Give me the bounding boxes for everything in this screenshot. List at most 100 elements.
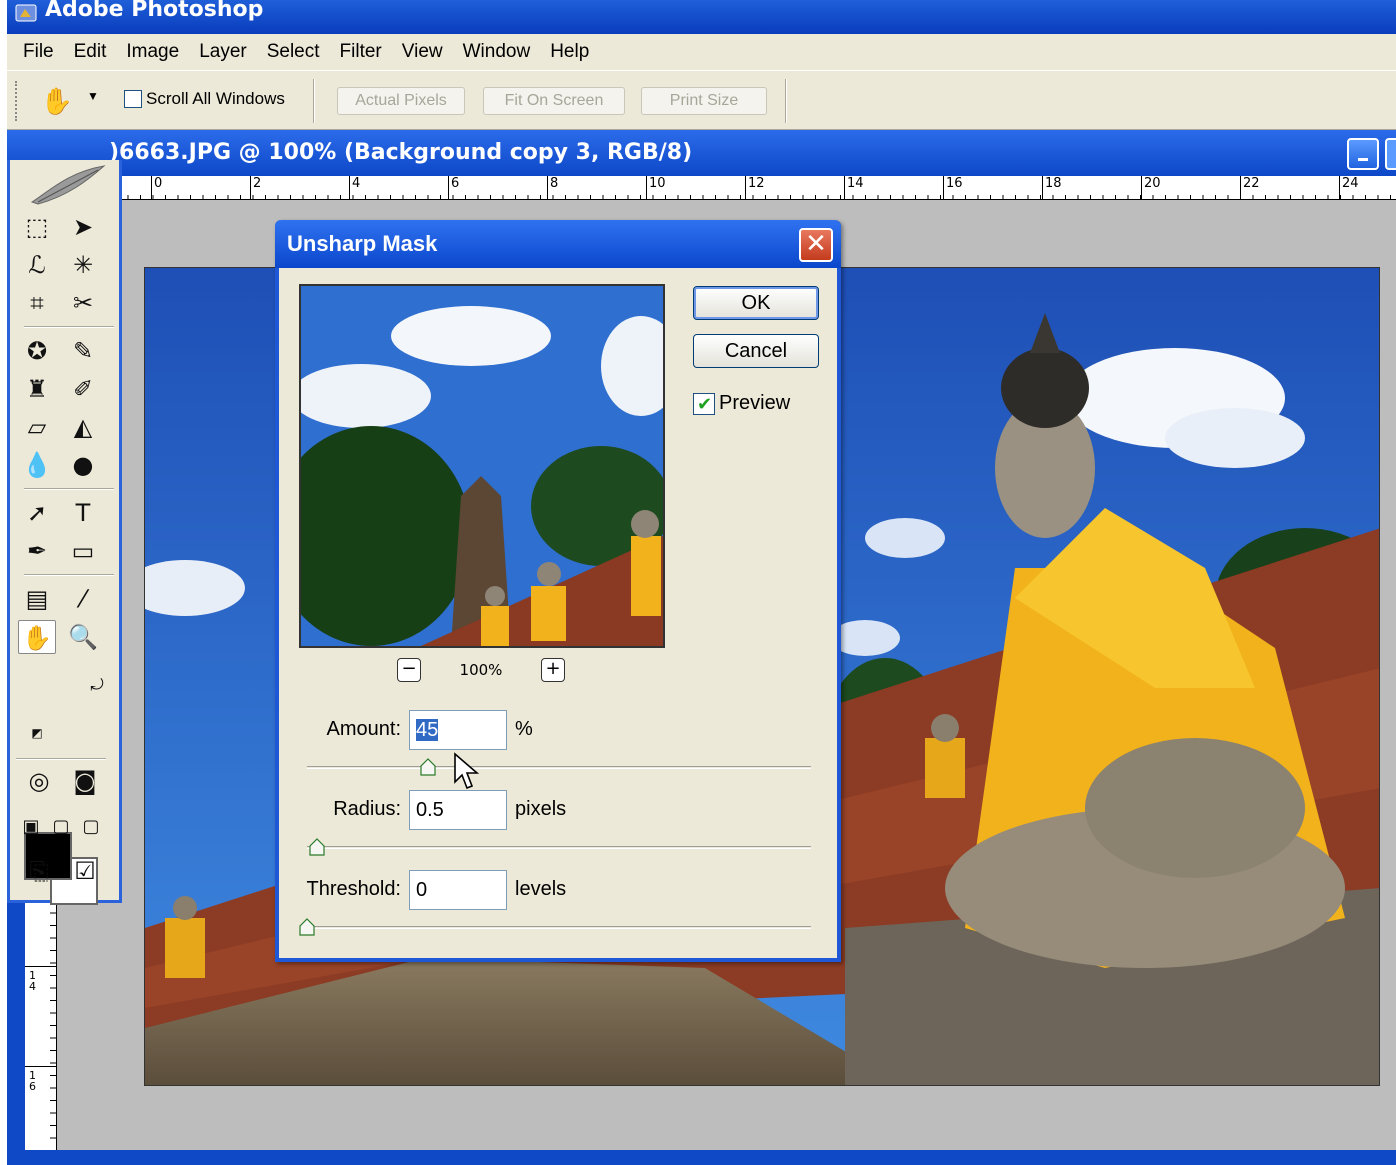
lasso-tool-icon[interactable]: ℒ <box>18 248 56 282</box>
marquee-tool-icon[interactable]: ⬚ <box>18 210 56 244</box>
brush-tool-icon[interactable]: ✎ <box>64 334 102 368</box>
vertical-ruler[interactable]: 14 16 <box>25 900 57 1165</box>
jump-to-imageready-icon[interactable]: ⎘ <box>20 854 58 888</box>
radius-row: Radius: 0.5 pixels <box>279 790 839 830</box>
options-separator <box>785 79 787 123</box>
zoom-level: 100% <box>459 661 503 679</box>
paint-bucket-tool-icon[interactable]: ◭ <box>64 410 102 444</box>
menu-layer[interactable]: Layer <box>189 41 257 63</box>
preview-label: Preview <box>719 392 791 414</box>
ruler-label: 2 <box>253 176 262 191</box>
ruler-label: 16 <box>946 176 963 191</box>
notes-tool-icon[interactable]: ▤ <box>18 582 56 616</box>
threshold-slider[interactable] <box>307 926 811 929</box>
document-title-bar[interactable]: )6663.JPG @ 100% (Background copy 3, RGB… <box>7 130 1396 176</box>
menu-filter[interactable]: Filter <box>330 41 392 63</box>
magic-wand-tool-icon[interactable]: ✳ <box>64 248 102 282</box>
zoom-out-button[interactable]: − <box>397 658 421 682</box>
move-tool-icon[interactable]: ➤ <box>64 210 102 244</box>
options-bar: ✋ ▼ Scroll All Windows Actual Pixels Fit… <box>7 70 1396 130</box>
amount-input[interactable]: 45 <box>409 710 507 750</box>
minimize-button[interactable] <box>1347 138 1379 170</box>
ruler-label: 20 <box>1144 176 1161 191</box>
history-brush-tool-icon[interactable]: ✐ <box>64 372 102 406</box>
filter-preview[interactable] <box>299 284 665 648</box>
radius-slider-thumb[interactable] <box>309 838 325 856</box>
slice-tool-icon[interactable]: ✂ <box>64 286 102 320</box>
preview-option[interactable]: ✔ Preview <box>693 392 790 415</box>
eyedropper-tool-icon[interactable]: ⁄ <box>64 582 102 616</box>
full-screen-menu-mode-icon[interactable]: ▢ <box>46 810 76 844</box>
full-screen-mode-icon[interactable]: ▢ <box>76 810 106 844</box>
actual-pixels-button[interactable]: Actual Pixels <box>337 87 465 115</box>
checkmark-tool-icon[interactable]: ☑ <box>66 854 104 888</box>
checkmark-icon: ✔ <box>697 393 713 414</box>
ruler-label: 0 <box>154 176 163 191</box>
unsharp-mask-dialog: Unsharp Mask ✕ − 100% + OK Cancel ✔ Prev… <box>275 220 841 962</box>
tools-palette: ⬚ ➤ ℒ ✳ ⌗ ✂ ✪ ✎ ♜ ✐ ▱ ◭ 💧 ● ➚ T ✒ ▭ ▤ ⁄ … <box>7 160 122 905</box>
app-title-bar: Adobe Photoshop <box>7 0 1396 34</box>
preview-checkbox[interactable]: ✔ <box>693 392 715 415</box>
ruler-label: 24 <box>1342 176 1359 191</box>
threshold-slider-thumb[interactable] <box>299 918 315 936</box>
pen-tool-icon[interactable]: ✒ <box>18 534 56 568</box>
healing-brush-tool-icon[interactable]: ✪ <box>18 334 56 368</box>
menu-edit[interactable]: Edit <box>64 41 117 63</box>
photoshop-feather-icon[interactable] <box>28 162 108 206</box>
ruler-label: 22 <box>1243 176 1260 191</box>
dialog-title-bar[interactable]: Unsharp Mask <box>275 220 841 268</box>
menu-view[interactable]: View <box>392 41 453 63</box>
tool-divider <box>24 326 114 328</box>
print-size-button[interactable]: Print Size <box>641 87 767 115</box>
amount-slider-thumb[interactable] <box>420 758 436 776</box>
crop-tool-icon[interactable]: ⌗ <box>18 286 56 320</box>
dodge-tool-icon[interactable]: ● <box>64 448 102 482</box>
eraser-tool-icon[interactable]: ▱ <box>18 410 56 444</box>
default-colors-icon[interactable]: ◩ <box>18 716 56 750</box>
maximize-button[interactable] <box>1385 138 1396 170</box>
menu-file[interactable]: File <box>13 41 64 63</box>
menu-image[interactable]: Image <box>116 41 189 63</box>
blur-tool-icon[interactable]: 💧 <box>18 448 56 482</box>
threshold-row: Threshold: 0 levels <box>279 870 839 910</box>
options-bar-grip[interactable] <box>15 81 18 121</box>
swap-colors-icon[interactable]: ⤾ <box>78 668 116 702</box>
scroll-all-windows-label: Scroll All Windows <box>146 89 285 108</box>
menu-select[interactable]: Select <box>257 41 330 63</box>
hand-tool-icon[interactable]: ✋ <box>18 620 56 654</box>
zoom-tool-icon[interactable]: 🔍 <box>64 620 102 654</box>
hand-tool-preset-icon[interactable]: ✋ <box>39 83 75 119</box>
ruler-label: 12 <box>748 176 765 191</box>
ruler-label: 6 <box>451 176 460 191</box>
radius-input[interactable]: 0.5 <box>409 790 507 830</box>
cancel-button[interactable]: Cancel <box>693 334 819 368</box>
fit-on-screen-button[interactable]: Fit On Screen <box>483 87 625 115</box>
standard-mode-icon[interactable]: ◎ <box>20 764 58 798</box>
scroll-all-windows-option[interactable]: Scroll All Windows <box>124 89 285 109</box>
scroll-all-windows-checkbox[interactable] <box>124 90 142 108</box>
radius-slider[interactable] <box>307 846 811 849</box>
tool-preset-dropdown-icon[interactable]: ▼ <box>87 89 99 103</box>
amount-slider[interactable] <box>307 766 811 769</box>
ok-button[interactable]: OK <box>693 286 819 320</box>
quick-mask-mode-icon[interactable]: ◙ <box>66 764 104 798</box>
rectangle-tool-icon[interactable]: ▭ <box>64 534 102 568</box>
ruler-tick <box>25 1066 57 1067</box>
menu-window[interactable]: Window <box>453 41 541 63</box>
clone-stamp-tool-icon[interactable]: ♜ <box>18 372 56 406</box>
ruler-label: 16 <box>29 1069 36 1093</box>
threshold-input[interactable]: 0 <box>409 870 507 910</box>
close-icon[interactable]: ✕ <box>799 228 833 262</box>
standard-screen-mode-icon[interactable]: ▣ <box>16 810 46 844</box>
menu-help[interactable]: Help <box>540 41 599 63</box>
amount-unit: % <box>515 718 533 740</box>
photoshop-window: Adobe Photoshop File Edit Image Layer Se… <box>7 0 1396 1165</box>
zoom-in-button[interactable]: + <box>541 658 565 682</box>
ruler-label: 10 <box>649 176 666 191</box>
ruler-label: 14 <box>847 176 864 191</box>
tool-divider <box>24 488 114 490</box>
horizontal-ruler[interactable]: 0 2 4 6 8 10 12 14 16 18 20 22 24 <box>115 176 1396 200</box>
type-tool-icon[interactable]: T <box>64 496 102 530</box>
radius-value: 0.5 <box>416 799 444 821</box>
path-selection-tool-icon[interactable]: ➚ <box>18 496 56 530</box>
